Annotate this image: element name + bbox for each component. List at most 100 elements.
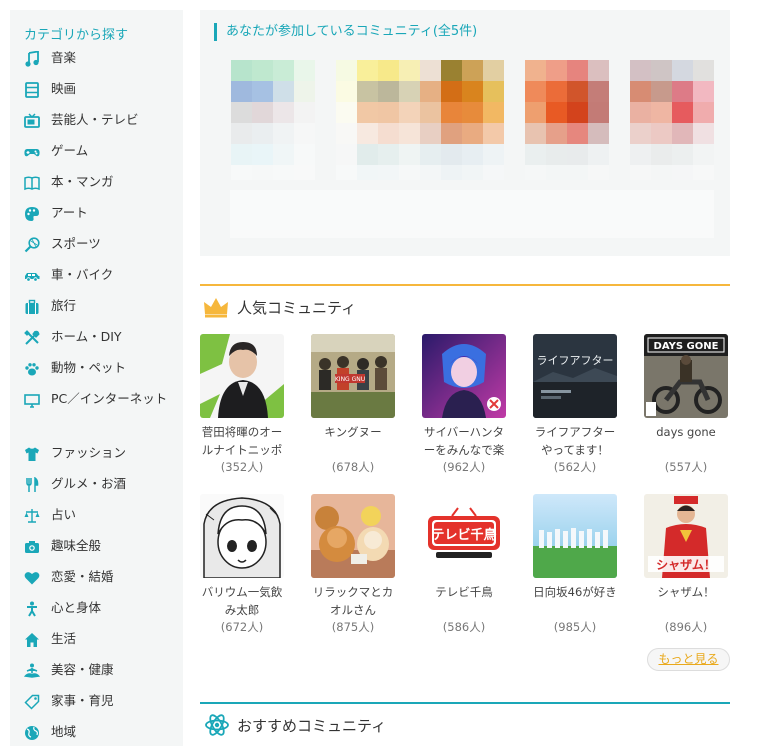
paw-icon bbox=[25, 363, 39, 376]
joined-community-card[interactable] bbox=[336, 60, 420, 180]
community-member-count: (678人) bbox=[331, 460, 375, 474]
sidebar-item[interactable]: 生活 bbox=[10, 629, 183, 653]
book-icon bbox=[24, 176, 40, 191]
community-card[interactable]: シャザム！ シャザム！ (896人) bbox=[644, 494, 728, 635]
community-card[interactable]: テレビ千鳥 テレビ千鳥 (586人) bbox=[422, 494, 506, 635]
sidebar-item[interactable]: ファッション bbox=[10, 443, 183, 467]
joined-community-card[interactable] bbox=[630, 60, 714, 180]
community-card[interactable]: ライフアフター ライフアフターやってます！ (562人) bbox=[533, 334, 617, 475]
sidebar-item-label: 動物・ペット bbox=[51, 360, 127, 375]
community-name[interactable]: バリウム一気飲み太郎 bbox=[200, 583, 284, 619]
community-card[interactable]: KING GNU キングヌー (678人) bbox=[311, 334, 395, 475]
sidebar-item[interactable]: スポーツ bbox=[10, 234, 183, 258]
community-name[interactable]: days gone bbox=[644, 423, 728, 459]
community-member-count: (896人) bbox=[664, 620, 708, 634]
tools-icon bbox=[24, 330, 40, 345]
joined-community-card[interactable] bbox=[525, 60, 609, 180]
sidebar-item-label: スポーツ bbox=[51, 236, 101, 251]
sidebar-item-label: 旅行 bbox=[51, 298, 77, 313]
sidebar-item-label: ゲーム bbox=[51, 143, 89, 158]
community-thumbnail[interactable]: テレビ千鳥 bbox=[422, 494, 506, 578]
tshirt-icon bbox=[25, 447, 39, 461]
thumb-text: DAYS GONE bbox=[654, 341, 719, 352]
sidebar-item-label: 生活 bbox=[51, 631, 77, 646]
racket-icon bbox=[24, 237, 40, 253]
community-name[interactable]: 日向坂46が好き bbox=[533, 583, 617, 619]
sidebar-item-label: 映画 bbox=[51, 81, 77, 96]
sidebar-item[interactable]: 音楽 bbox=[10, 48, 183, 72]
sidebar-item[interactable]: 趣味全般 bbox=[10, 536, 183, 560]
sidebar-item[interactable]: 占い bbox=[10, 505, 183, 529]
scales-icon bbox=[24, 509, 40, 523]
joined-communities-panel: あなたが参加しているコミュニティ(全5件) bbox=[200, 10, 730, 256]
community-thumbnail[interactable]: ライフアフター bbox=[533, 334, 617, 418]
sidebar-item-label: 地域 bbox=[51, 724, 77, 739]
community-name[interactable]: テレビ千鳥 bbox=[422, 583, 506, 619]
sidebar-item[interactable]: 家事・育児 bbox=[10, 691, 183, 715]
sidebar-item-label: ホーム・DIY bbox=[51, 329, 122, 344]
community-thumbnail[interactable] bbox=[311, 494, 395, 578]
community-thumbnail[interactable]: DAYS GONE bbox=[644, 334, 728, 418]
community-thumbnail[interactable] bbox=[533, 494, 617, 578]
sidebar-item[interactable]: 地域 bbox=[10, 722, 183, 746]
sidebar-item-label: 車・バイク bbox=[51, 267, 114, 282]
sidebar-item-label: 恋愛・結婚 bbox=[51, 569, 114, 584]
community-name[interactable]: 菅田将暉のオールナイトニッポ bbox=[200, 423, 284, 459]
crown-icon bbox=[204, 298, 228, 318]
thumb-text: ライフアフター bbox=[537, 354, 614, 367]
community-name[interactable]: サイバーハンターをみんなで楽 bbox=[422, 423, 506, 459]
community-thumbnail[interactable] bbox=[200, 334, 284, 418]
community-name[interactable]: キングヌー bbox=[311, 423, 395, 459]
recommended-communities-title: おすすめコミュニティ bbox=[237, 716, 387, 735]
community-card[interactable]: リラックマとカオルさん (875人) bbox=[311, 494, 395, 635]
tag-icon bbox=[24, 694, 40, 710]
sidebar-item[interactable]: 本・マンガ bbox=[10, 172, 183, 196]
community-thumbnail[interactable]: シャザム！ bbox=[644, 494, 728, 578]
community-thumbnail[interactable]: KING GNU bbox=[311, 334, 395, 418]
sidebar-item[interactable]: 動物・ペット bbox=[10, 358, 183, 382]
sidebar-item[interactable]: グルメ・お酒 bbox=[10, 474, 183, 498]
joined-community-card[interactable] bbox=[231, 60, 315, 180]
sidebar-item[interactable]: 車・バイク bbox=[10, 265, 183, 289]
community-member-count: (586人) bbox=[442, 620, 486, 634]
film-icon bbox=[25, 82, 39, 98]
community-member-count: (557人) bbox=[664, 460, 708, 474]
community-card[interactable]: 日向坂46が好き (985人) bbox=[533, 494, 617, 635]
sidebar-item[interactable]: 芸能人・テレビ bbox=[10, 110, 183, 134]
sidebar-item[interactable]: 心と身体 bbox=[10, 598, 183, 622]
house-icon bbox=[25, 633, 39, 647]
community-member-count: (672人) bbox=[220, 620, 264, 634]
community-card[interactable]: サイバーハンターをみんなで楽 (962人) bbox=[422, 334, 506, 475]
suitcase-icon bbox=[25, 299, 39, 314]
thumb-text: KING GNU bbox=[335, 376, 365, 383]
community-card[interactable]: バリウム一気飲み太郎 (672人) bbox=[200, 494, 284, 635]
sidebar-item-label: アート bbox=[51, 205, 88, 220]
sidebar-item[interactable]: ゲーム bbox=[10, 141, 183, 165]
section-divider bbox=[200, 284, 730, 286]
sidebar-item[interactable]: 映画 bbox=[10, 79, 183, 103]
more-button[interactable]: もっと見る bbox=[647, 648, 730, 671]
community-member-count: (962人) bbox=[442, 460, 486, 474]
sidebar-item[interactable]: 美容・健康 bbox=[10, 660, 183, 684]
sidebar-item[interactable]: PC／インターネット bbox=[10, 390, 183, 414]
community-thumbnail[interactable] bbox=[200, 494, 284, 578]
sidebar-item[interactable]: 恋愛・結婚 bbox=[10, 567, 183, 591]
music-note-icon bbox=[25, 51, 39, 67]
community-card[interactable]: DAYS GONE days gone (557人) bbox=[644, 334, 728, 475]
sidebar-item[interactable]: アート bbox=[10, 203, 183, 227]
thumb-text: テレビ千鳥 bbox=[431, 527, 496, 543]
category-sidebar: カテゴリから探す 音楽 映画 芸能人・テレビ ゲーム 本・マンガ アート スポーツ 車・バイク… bbox=[10, 10, 183, 746]
sidebar-item-label: ファッション bbox=[51, 445, 127, 460]
sidebar-item[interactable]: 旅行 bbox=[10, 296, 183, 320]
community-name[interactable]: リラックマとカオルさん bbox=[311, 583, 395, 619]
popular-communities-title: 人気コミュニティ bbox=[237, 298, 357, 317]
sidebar-item[interactable]: ホーム・DIY bbox=[10, 327, 183, 351]
community-name[interactable]: ライフアフターやってます！ bbox=[533, 423, 617, 459]
fork-knife-icon bbox=[26, 477, 39, 492]
joined-community-card[interactable] bbox=[420, 60, 504, 180]
community-member-count: (352人) bbox=[220, 460, 264, 474]
globe-icon bbox=[25, 726, 39, 740]
community-card[interactable]: 菅田将暉のオールナイトニッポ (352人) bbox=[200, 334, 284, 475]
community-thumbnail[interactable] bbox=[422, 334, 506, 418]
community-name[interactable]: シャザム！ bbox=[644, 583, 728, 619]
